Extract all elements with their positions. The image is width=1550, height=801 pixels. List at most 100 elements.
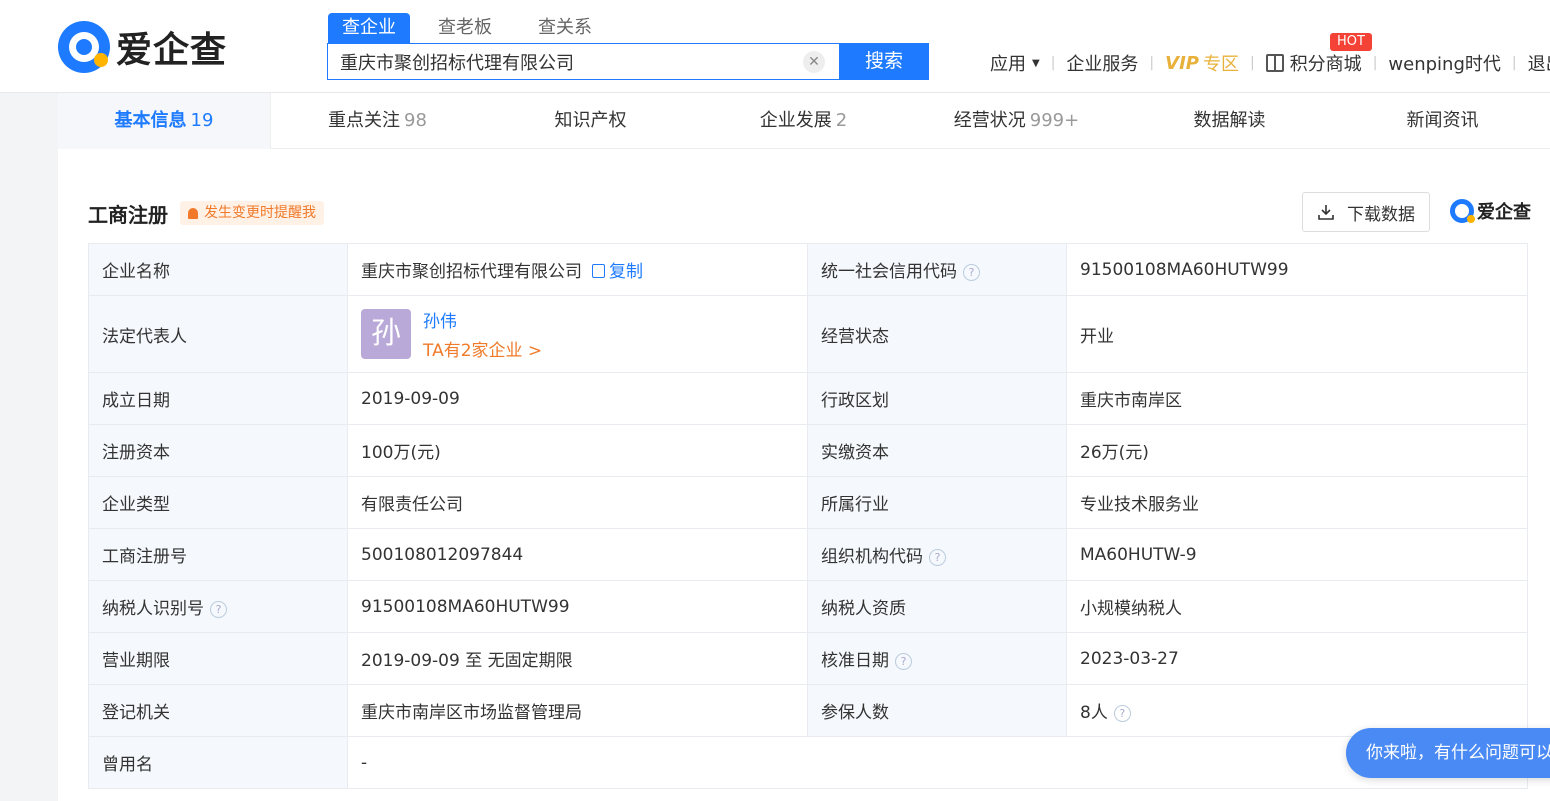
tab-label: 新闻资讯 — [1406, 110, 1479, 131]
vip-icon: VIP — [1165, 52, 1199, 74]
nav-divider: | — [1149, 55, 1155, 71]
field-label: 企业名称 — [88, 243, 348, 296]
help-icon[interactable]: ? — [929, 548, 946, 566]
tab-data-insight[interactable]: 数据解读 — [1123, 93, 1336, 149]
field-label: 统一社会信用代码? — [807, 243, 1067, 296]
legal-rep-name-link[interactable]: 孙伟 — [423, 307, 542, 332]
reg-capital-value: 100万(元) — [347, 424, 808, 477]
table-row: 工商注册号 500108012097844 组织机构代码? MA60HUTW-9 — [88, 528, 1528, 581]
vip-zone-label: 专区 — [1202, 54, 1239, 75]
copy-button[interactable]: 复制 — [592, 262, 643, 282]
approve-value: 2023-03-27 — [1066, 632, 1528, 685]
tab-count: 98 — [404, 110, 427, 131]
reg-no-value: 500108012097844 — [347, 528, 808, 581]
table-row: 成立日期 2019-09-09 行政区划 重庆市南岸区 — [88, 372, 1528, 425]
top-header: 爱企查 查企业 查老板 查关系 ✕ 搜索 应用 ▼ | 企业服务 | VIP专区 … — [0, 0, 1550, 93]
table-row: 注册资本 100万(元) 实缴资本 26万(元) — [88, 424, 1528, 477]
org-code-value: MA60HUTW-9 — [1066, 528, 1528, 581]
taxpayer-id-value: 91500108MA60HUTW99 — [347, 580, 808, 633]
top-nav: 应用 ▼ | 企业服务 | VIP 专区 | 积分商城 HOT | wenping时… — [990, 33, 1550, 76]
help-icon[interactable]: ? — [210, 600, 227, 618]
insured-value: 8人 — [1080, 703, 1108, 723]
download-icon — [1318, 205, 1334, 220]
industry-value: 专业技术服务业 — [1066, 476, 1528, 529]
logo-icon — [1450, 199, 1475, 223]
tab-key-focus[interactable]: 重点关注 98 — [271, 93, 484, 149]
field-label: 行政区划 — [807, 372, 1067, 425]
business-registration-table: 企业名称 重庆市聚创招标代理有限公司 复制 统一社会信用代码? 91500108M… — [88, 243, 1528, 789]
tab-count: 2 — [835, 110, 848, 131]
tab-ip[interactable]: 知识产权 — [484, 93, 697, 149]
search-box: ✕ 搜索 — [327, 43, 929, 80]
remind-label: 发生变更时提醒我 — [204, 205, 316, 221]
legal-rep-companies-link[interactable]: TA有2家企业 > — [423, 336, 542, 361]
tab-label: 经营状况 — [953, 110, 1026, 131]
search-input[interactable] — [328, 44, 803, 79]
legal-rep: 孙 孙伟 TA有2家企业 > — [361, 307, 794, 361]
download-data-button[interactable]: 下载数据 — [1302, 192, 1430, 232]
clear-icon[interactable]: ✕ — [803, 51, 825, 73]
caret-down-icon: ▼ — [1032, 57, 1040, 69]
tab-basic-info[interactable]: 基本信息 19 — [58, 93, 271, 149]
help-icon[interactable]: ? — [895, 652, 912, 670]
term-value: 2019-09-09 至 无固定期限 — [347, 632, 808, 685]
nav-divider: | — [1511, 55, 1517, 71]
district-value: 重庆市南岸区 — [1066, 372, 1528, 425]
legal-rep-info: 孙伟 TA有2家企业 > — [423, 307, 542, 361]
tab-search-boss[interactable]: 查老板 — [424, 13, 506, 43]
table-row: 企业类型 有限责任公司 所属行业 专业技术服务业 — [88, 476, 1528, 529]
tab-search-relation[interactable]: 查关系 — [524, 13, 606, 43]
label-text: 统一社会信用代码 — [821, 262, 957, 282]
table-row: 法定代表人 孙 孙伟 TA有2家企业 > 经营状态 开业 — [88, 295, 1528, 373]
brand-watermark: 爱企查 — [1450, 198, 1531, 224]
points-mall-label: 积分商城 — [1289, 54, 1362, 75]
nav-divider: | — [1249, 55, 1255, 71]
section-header: 工商注册 发生变更时提醒我 — [88, 195, 324, 231]
download-label: 下载数据 — [1347, 204, 1415, 225]
section-title: 工商注册 — [88, 202, 168, 227]
tab-operation[interactable]: 经营状况 999+ — [910, 93, 1123, 149]
chat-assistant-bubble[interactable]: 你来啦，有什么问题可以 — [1346, 728, 1550, 778]
logo-icon — [58, 21, 110, 73]
username-link[interactable]: wenping时代 — [1388, 50, 1500, 76]
copy-icon — [592, 264, 605, 278]
field-label: 注册资本 — [88, 424, 348, 477]
logout-link[interactable]: 退出 — [1528, 50, 1550, 76]
tab-label: 知识产权 — [554, 110, 627, 131]
company-name: 重庆市聚创招标代理有限公司 — [361, 262, 582, 282]
field-label: 法定代表人 — [88, 295, 348, 373]
tab-development[interactable]: 企业发展 2 — [697, 93, 910, 149]
site-logo[interactable]: 爱企查 — [58, 20, 227, 74]
search-type-tabs: 查企业 查老板 查关系 — [328, 13, 624, 43]
founded-value: 2019-09-09 — [347, 372, 808, 425]
field-label: 组织机构代码? — [807, 528, 1067, 581]
credit-code: 91500108MA60HUTW99 — [1066, 243, 1528, 296]
tab-count: 999+ — [1029, 110, 1080, 131]
help-icon[interactable]: ? — [1113, 704, 1131, 722]
field-label: 参保人数 — [807, 684, 1067, 737]
company-name-cell: 重庆市聚创招标代理有限公司 复制 — [347, 243, 808, 296]
tab-search-company[interactable]: 查企业 — [328, 13, 410, 43]
help-icon[interactable]: ? — [963, 263, 980, 281]
legal-rep-cell: 孙 孙伟 TA有2家企业 > — [347, 295, 808, 373]
points-mall-link[interactable]: 积分商城 — [1265, 50, 1362, 76]
apps-menu[interactable]: 应用 ▼ — [990, 50, 1040, 76]
copy-label: 复制 — [609, 262, 643, 282]
bell-icon — [188, 207, 198, 219]
tab-label: 数据解读 — [1193, 110, 1266, 131]
enterprise-service-link[interactable]: 企业服务 — [1066, 50, 1138, 76]
status-value: 开业 — [1066, 295, 1528, 373]
apps-label: 应用 — [990, 54, 1026, 75]
label-text: 纳税人识别号 — [102, 599, 204, 619]
logo-text: 爱企查 — [116, 30, 228, 71]
tab-news[interactable]: 新闻资讯 — [1336, 93, 1549, 149]
search-button[interactable]: 搜索 — [839, 43, 929, 80]
nav-divider: | — [1050, 55, 1056, 71]
tab-label: 重点关注 — [328, 110, 401, 131]
tab-label: 基本信息 — [114, 110, 187, 131]
table-row: 企业名称 重庆市聚创招标代理有限公司 复制 统一社会信用代码? 91500108M… — [88, 243, 1528, 296]
field-label: 企业类型 — [88, 476, 348, 529]
main-panel: 基本信息 19 重点关注 98 知识产权 企业发展 2 经营状况 999+ 数据解读 新… — [58, 93, 1550, 801]
remind-button[interactable]: 发生变更时提醒我 — [180, 201, 324, 225]
vip-zone-link[interactable]: VIP 专区 — [1165, 50, 1239, 76]
